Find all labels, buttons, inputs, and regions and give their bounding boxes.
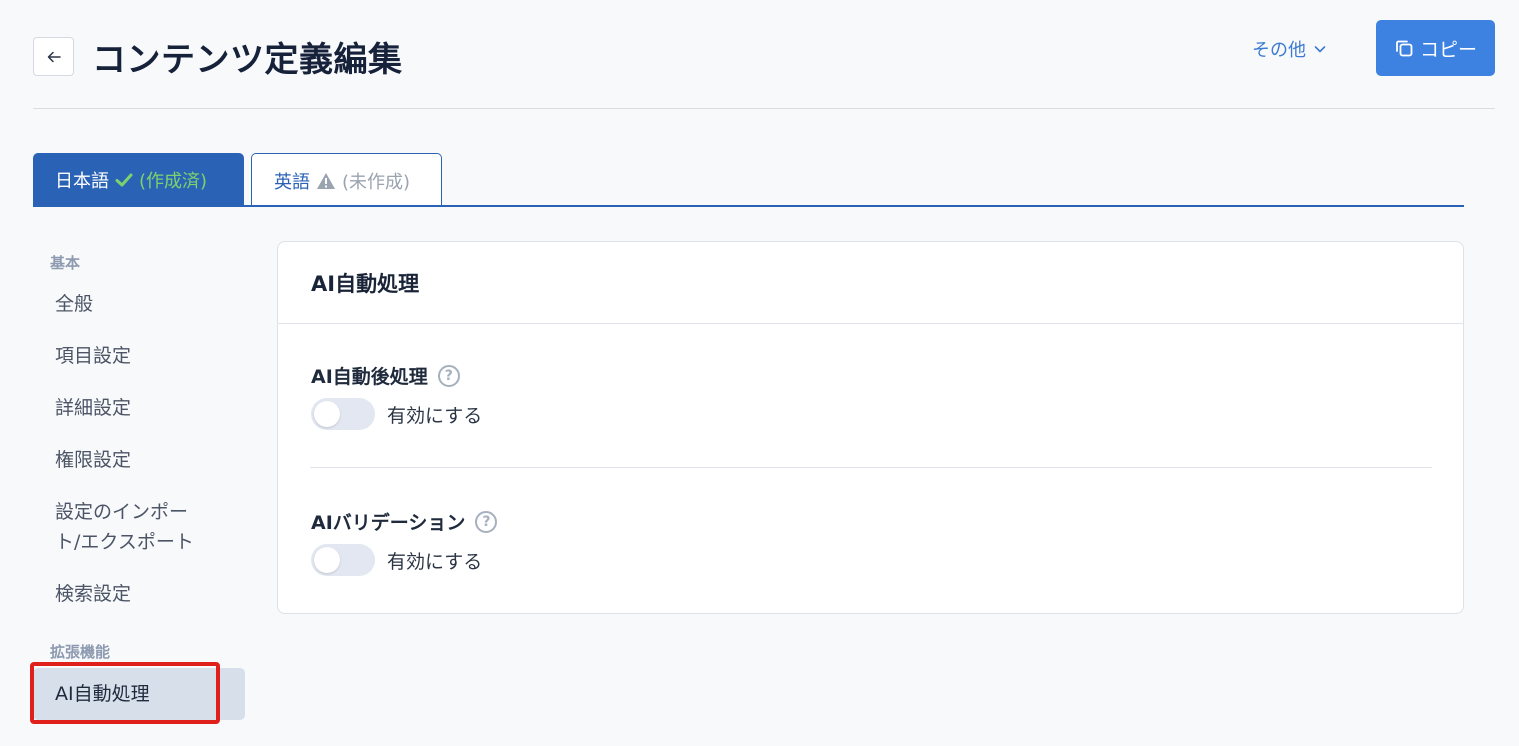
sidebar-item-search-settings[interactable]: 検索設定 bbox=[55, 579, 131, 609]
tab-label: 日本語 bbox=[55, 171, 109, 192]
copy-icon bbox=[1396, 40, 1413, 57]
toggle-label: 有効にする bbox=[387, 550, 483, 573]
copy-button-label: コピー bbox=[1419, 38, 1477, 61]
check-icon bbox=[115, 173, 133, 187]
ai-validation-toggle[interactable] bbox=[311, 544, 375, 576]
header-divider bbox=[33, 108, 1495, 109]
tab-english[interactable]: 英語 (未作成) bbox=[251, 153, 442, 207]
more-menu-label: その他 bbox=[1252, 40, 1306, 61]
ai-processing-card: AI自動処理 AI自動後処理 ? 有効にする AIバリデーション ? 有効にする bbox=[277, 241, 1464, 614]
setting-divider bbox=[310, 467, 1432, 468]
setting-toggle-row-ai-postprocess: 有効にする bbox=[311, 398, 482, 430]
content-definition-editor: コンテンツ定義編集 その他 コピー 日本語 (作成済) 英語 (未作成) 基本 bbox=[0, 0, 1519, 746]
sidebar-group-extensions: 拡張機能 bbox=[50, 643, 111, 661]
toggle-knob bbox=[314, 401, 340, 427]
setting-label-ai-validation: AIバリデーション ? bbox=[311, 508, 498, 535]
tabs-underline bbox=[33, 205, 1464, 207]
tab-status: (未作成) bbox=[342, 171, 411, 193]
toggle-label: 有効にする bbox=[387, 404, 483, 427]
more-menu[interactable]: その他 bbox=[1252, 36, 1326, 62]
help-icon[interactable]: ? bbox=[475, 510, 498, 533]
sidebar-item-field-settings[interactable]: 項目設定 bbox=[55, 341, 131, 371]
setting-label-text: AIバリデーション bbox=[311, 512, 466, 534]
sidebar-item-import-export[interactable]: 設定のインポー ト/エクスポート bbox=[55, 497, 194, 557]
back-button[interactable] bbox=[33, 37, 74, 76]
sidebar-item-permission-settings[interactable]: 権限設定 bbox=[55, 445, 131, 475]
sidebar-group-basic: 基本 bbox=[50, 254, 81, 272]
sidebar-item-ai-processing[interactable]: AI自動処理 bbox=[33, 668, 245, 720]
sidebar-item-label: AI自動処理 bbox=[55, 683, 150, 705]
sidebar-item-general[interactable]: 全般 bbox=[55, 289, 93, 319]
tab-japanese[interactable]: 日本語 (作成済) bbox=[33, 153, 244, 207]
toggle-knob bbox=[314, 547, 340, 573]
sidebar-item-detail-settings[interactable]: 詳細設定 bbox=[55, 393, 131, 423]
setting-label-text: AI自動後処理 bbox=[311, 366, 428, 388]
card-header-divider bbox=[278, 323, 1463, 324]
sidebar-item-label: ト/エクスポート bbox=[55, 531, 194, 553]
setting-label-ai-postprocess: AI自動後処理 ? bbox=[311, 362, 460, 389]
sidebar-item-label: 設定のインポー bbox=[55, 501, 189, 523]
warning-icon bbox=[317, 172, 335, 189]
page-title: コンテンツ定義編集 bbox=[92, 40, 403, 80]
help-icon[interactable]: ? bbox=[437, 364, 460, 387]
ai-postprocess-toggle[interactable] bbox=[311, 398, 375, 430]
setting-toggle-row-ai-validation: 有効にする bbox=[311, 544, 482, 576]
copy-button[interactable]: コピー bbox=[1376, 20, 1495, 76]
chevron-down-icon bbox=[1314, 46, 1326, 53]
card-title: AI自動処理 bbox=[311, 272, 420, 296]
tab-status: (作成済) bbox=[139, 171, 208, 192]
arrow-left-icon bbox=[47, 51, 61, 62]
tab-label: 英語 bbox=[274, 171, 310, 193]
